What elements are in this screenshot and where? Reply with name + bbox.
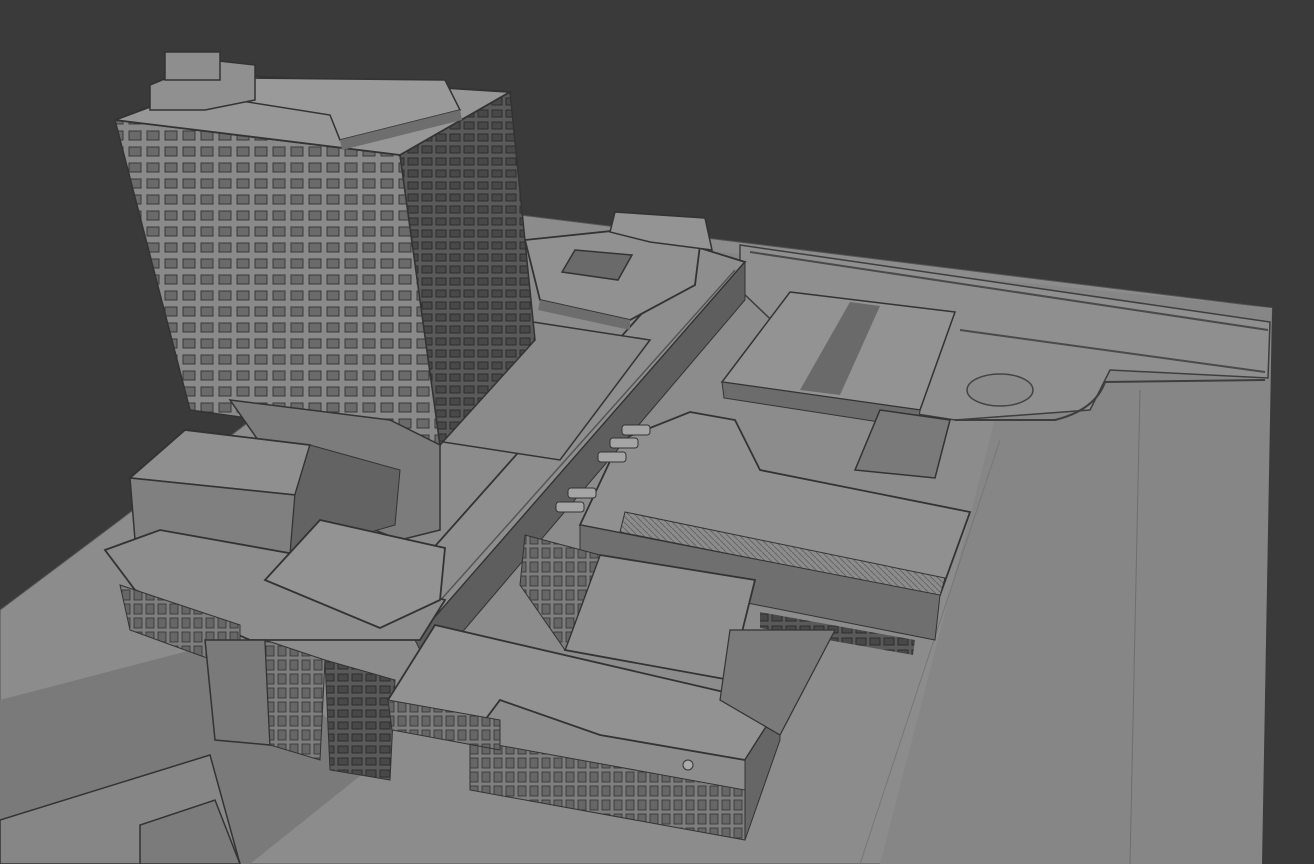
viewport-canvas bbox=[0, 51, 1273, 864]
stair-tower-side bbox=[264, 639, 326, 761]
tower-roof-unit bbox=[164, 51, 221, 81]
roof-vent bbox=[682, 759, 694, 771]
stair-tower[interactable] bbox=[204, 639, 271, 746]
round-plaza[interactable] bbox=[966, 373, 1034, 407]
high-rise-tower-left-face[interactable] bbox=[113, 119, 441, 446]
3d-viewport[interactable] bbox=[0, 0, 1314, 864]
corridor-end-facade bbox=[324, 659, 396, 781]
